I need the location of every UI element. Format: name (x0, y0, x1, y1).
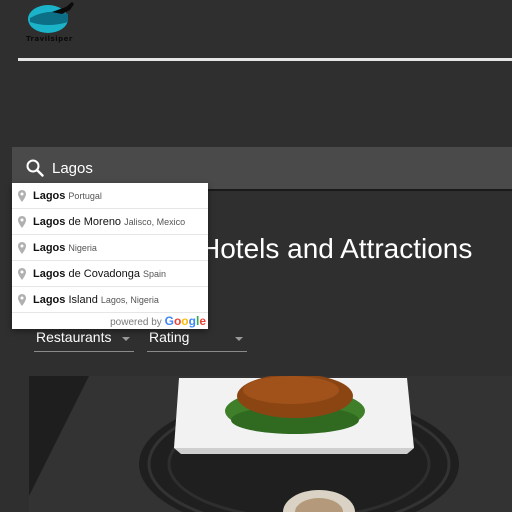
logo-globe-plane-icon (28, 2, 74, 33)
google-letter: g (188, 314, 196, 328)
google-logo: Google (165, 314, 206, 328)
map-pin-icon (18, 294, 26, 306)
search-input[interactable]: Lagos (52, 160, 93, 177)
suggestion-item[interactable]: Lagos Portugal (12, 183, 208, 209)
place-card-image[interactable] (29, 376, 512, 512)
suggestion-main: Lagos (33, 190, 66, 202)
map-pin-icon (18, 242, 26, 254)
map-pin-icon (18, 190, 26, 202)
burger-photo (29, 376, 512, 512)
search-suggestions: Lagos Portugal Lagos de Moreno Jalisco, Me… (12, 183, 208, 329)
google-letter: G (164, 314, 174, 328)
suggestion-item[interactable]: Lagos Island Lagos, Nigeria (12, 287, 208, 313)
type-select[interactable]: Restaurants (34, 327, 134, 352)
map-pin-icon (18, 216, 26, 228)
suggestion-item[interactable]: Lagos de Covadonga Spain (12, 261, 208, 287)
app-logo[interactable]: Travilsiper (22, 2, 78, 46)
suggestion-secondary: Portugal (68, 191, 102, 201)
suggestion-main: Lagos (33, 294, 66, 306)
logo-text: Travilsiper (26, 35, 73, 43)
google-letter: o (181, 314, 189, 328)
suggestion-item[interactable]: Lagos Nigeria (12, 235, 208, 261)
suggestion-rest: Island (65, 294, 98, 306)
map-pin-icon (18, 268, 26, 280)
powered-by-label: powered by (110, 317, 162, 328)
chevron-down-icon (122, 337, 130, 341)
suggestion-rest: de Moreno (65, 216, 122, 228)
powered-by-google: powered by Google (110, 314, 206, 328)
suggestion-main: Lagos (33, 242, 66, 254)
type-select-label: Restaurants (36, 329, 112, 345)
suggestion-rest: de Covadonga (65, 268, 141, 280)
suggestion-main: Lagos (33, 268, 66, 280)
sort-select[interactable]: Rating (147, 327, 247, 352)
search-icon (26, 159, 44, 177)
suggestion-item[interactable]: Lagos de Moreno Jalisco, Mexico (12, 209, 208, 235)
sort-select-label: Rating (149, 329, 190, 345)
suggestion-secondary: Lagos, Nigeria (100, 295, 159, 305)
suggestion-secondary: Jalisco, Mexico (124, 217, 186, 227)
page-title: Hotels and Attractions (200, 233, 473, 264)
google-letter: e (199, 314, 206, 328)
suggestion-secondary: Nigeria (68, 243, 97, 253)
suggestion-secondary: Spain (143, 269, 167, 279)
suggestion-main: Lagos (33, 216, 66, 228)
header-divider (18, 58, 512, 61)
chevron-down-icon (235, 337, 243, 341)
